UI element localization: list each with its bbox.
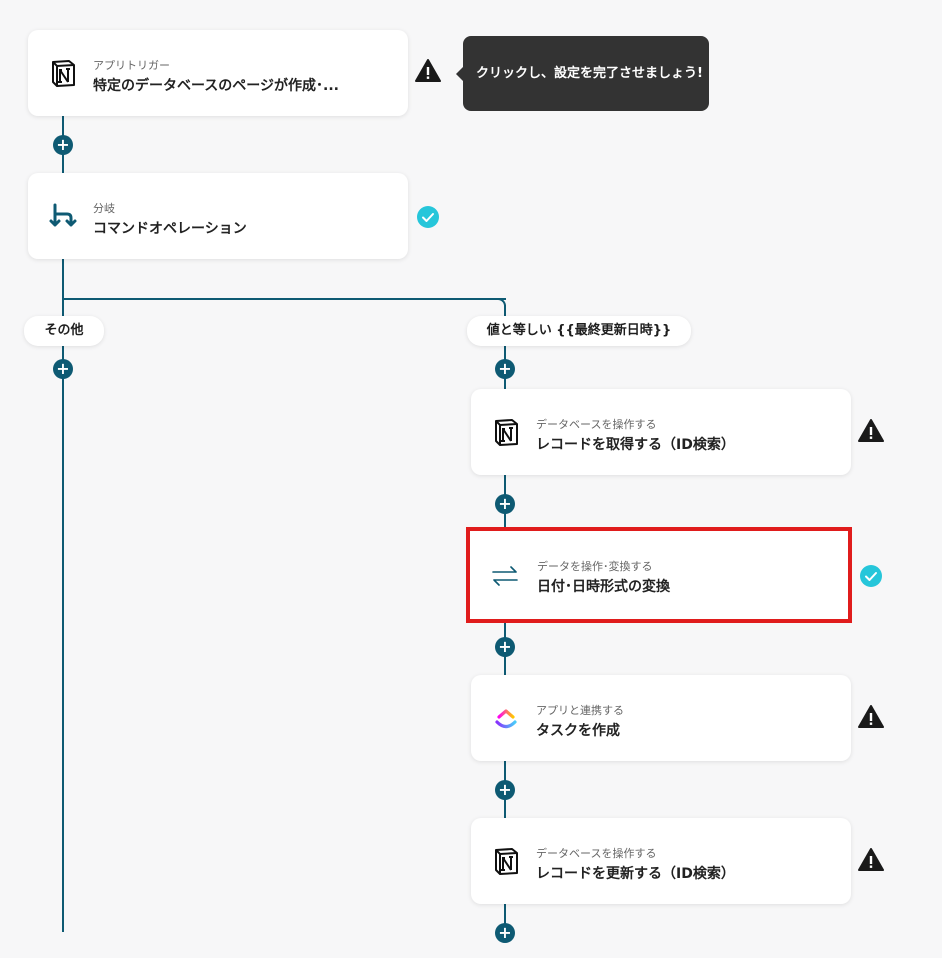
notion-icon <box>495 419 518 446</box>
warning-icon[interactable] <box>415 58 441 84</box>
branch-subtitle: 分岐 <box>93 202 115 215</box>
step-title: レコードを更新する（ID検索） <box>536 866 735 882</box>
add-step-button[interactable]: + <box>53 359 73 379</box>
step-subtitle: アプリと連携する <box>536 704 624 717</box>
warning-icon[interactable] <box>858 847 884 873</box>
tooltip-text: クリックし、設定を完了させましょう! <box>476 66 703 81</box>
create-task-card[interactable]: アプリと連携する タスクを作成 <box>471 675 851 761</box>
branch-label-other[interactable]: その他 <box>24 316 104 346</box>
step-subtitle: データを操作･変換する <box>537 560 653 573</box>
check-icon <box>860 565 882 587</box>
date-convert-card[interactable]: データを操作･変換する 日付･日時形式の変換 <box>466 527 852 623</box>
add-step-button[interactable]: + <box>495 359 515 379</box>
get-record-card[interactable]: データベースを操作する レコードを取得する（ID検索） <box>471 389 851 475</box>
add-step-button[interactable]: + <box>495 780 515 800</box>
notion-icon <box>495 848 518 875</box>
notion-icon <box>52 60 75 87</box>
warning-icon[interactable] <box>858 418 884 444</box>
convert-arrows-icon <box>492 566 518 586</box>
step-subtitle: データベースを操作する <box>536 418 657 431</box>
branch-card[interactable]: 分岐 コマンドオペレーション <box>28 173 408 259</box>
step-title: タスクを作成 <box>536 723 620 739</box>
trigger-subtitle: アプリトリガー <box>93 59 170 72</box>
add-step-button[interactable]: + <box>495 637 515 657</box>
branch-icon <box>49 203 77 227</box>
step-subtitle: データベースを操作する <box>536 847 657 860</box>
branch-label-equals[interactable]: 値と等しい {{最終更新日時}} <box>467 316 691 346</box>
trigger-card[interactable]: アプリトリガー 特定のデータベースのページが作成･... <box>28 30 408 116</box>
update-record-card[interactable]: データベースを操作する レコードを更新する（ID検索） <box>471 818 851 904</box>
add-step-button[interactable]: + <box>495 494 515 514</box>
warning-icon[interactable] <box>858 704 884 730</box>
branch-title: コマンドオペレーション <box>93 221 247 237</box>
add-step-button[interactable]: + <box>53 135 73 155</box>
clickup-icon <box>495 709 517 729</box>
setup-tooltip: クリックし、設定を完了させましょう! <box>456 36 709 111</box>
trigger-title: 特定のデータベースのページが作成･... <box>93 78 339 94</box>
check-icon <box>417 206 439 228</box>
step-title: レコードを取得する（ID検索） <box>536 437 735 453</box>
add-step-button[interactable]: + <box>495 923 515 943</box>
step-title: 日付･日時形式の変換 <box>537 579 670 595</box>
connector-branch-horizontal <box>62 298 506 300</box>
tooltip-arrow <box>456 67 463 81</box>
